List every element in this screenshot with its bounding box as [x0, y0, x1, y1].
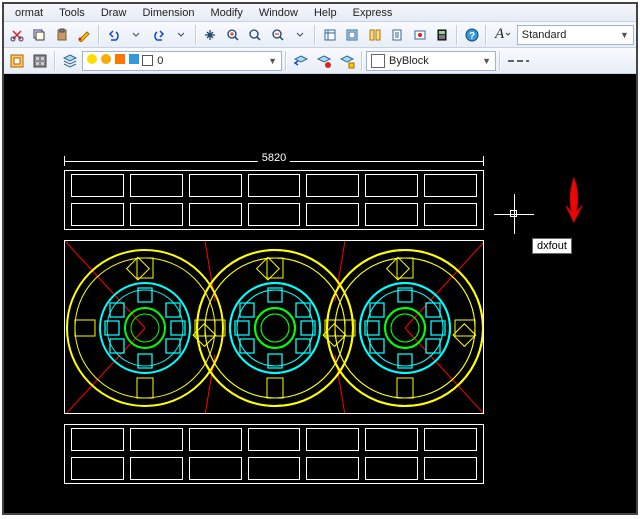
bulb-icon — [87, 54, 97, 64]
dimension-line: 5820 — [64, 154, 484, 168]
bottom-panel — [64, 424, 484, 484]
help-icon[interactable]: ? — [461, 24, 482, 46]
undo-icon[interactable] — [103, 24, 124, 46]
layer-combo[interactable]: 0 ▼ — [82, 51, 282, 71]
menubar: ormat Tools Draw Dimension Modify Window… — [4, 4, 636, 22]
redo-icon[interactable] — [148, 24, 169, 46]
menu-tools[interactable]: Tools — [52, 6, 92, 20]
layer-states-icon[interactable] — [313, 50, 335, 72]
tool-palettes-icon[interactable] — [364, 24, 385, 46]
zoom-realtime-icon[interactable] — [222, 24, 243, 46]
menu-modify[interactable]: Modify — [203, 6, 249, 20]
toolbar-row-2: 0 ▼ ByBlock ▼ — [4, 48, 636, 74]
menu-draw[interactable]: Draw — [94, 6, 134, 20]
tooltip-text: dxfout — [537, 240, 567, 252]
dropdown-chevron-icon[interactable] — [170, 24, 191, 46]
layer-previous-icon[interactable] — [290, 50, 312, 72]
color-value: ByBlock — [389, 55, 429, 67]
block-icon[interactable] — [6, 50, 28, 72]
chevron-down-icon: ▼ — [482, 56, 491, 66]
toolbar-row-1: ? A Standard ▼ — [4, 22, 636, 48]
menu-format[interactable]: ormat — [8, 6, 50, 20]
layer-state-icons — [87, 54, 140, 67]
text-style-combo[interactable]: Standard ▼ — [517, 25, 634, 45]
model-space[interactable]: 5820 — [4, 74, 636, 513]
block-editor-icon[interactable] — [29, 50, 51, 72]
dimension-value: 5820 — [258, 152, 290, 164]
markup-icon[interactable] — [409, 24, 430, 46]
app-window: ormat Tools Draw Dimension Modify Window… — [2, 2, 638, 515]
layer-iso-icon[interactable] — [336, 50, 358, 72]
color-combo[interactable]: ByBlock ▼ — [366, 51, 496, 71]
calculator-icon[interactable] — [431, 24, 452, 46]
zoom-window-icon[interactable] — [245, 24, 266, 46]
top-panel — [64, 170, 484, 230]
design-center-icon[interactable] — [342, 24, 363, 46]
sun-icon — [101, 54, 111, 64]
zoom-dropdown-icon[interactable] — [290, 24, 311, 46]
paste-icon[interactable] — [51, 24, 72, 46]
copy-icon[interactable] — [28, 24, 49, 46]
menu-help[interactable]: Help — [307, 6, 344, 20]
text-style-value: Standard — [522, 29, 567, 41]
dropdown-chevron-icon[interactable] — [125, 24, 146, 46]
menu-dimension[interactable]: Dimension — [135, 6, 201, 20]
color-swatch — [371, 54, 385, 68]
sheet-set-icon[interactable] — [387, 24, 408, 46]
annotation-arrow-icon — [560, 174, 588, 224]
layer-color-swatch — [142, 55, 153, 66]
cut-icon[interactable] — [6, 24, 27, 46]
match-prop-icon[interactable] — [73, 24, 94, 46]
layer-name: 0 — [157, 55, 163, 67]
cad-drawing: 5820 — [64, 154, 484, 484]
command-tooltip: dxfout — [532, 238, 572, 254]
chevron-down-icon: ▼ — [268, 56, 277, 66]
chevron-down-icon: ▼ — [620, 30, 629, 40]
rosette-svg — [65, 241, 484, 414]
linetype-icon[interactable] — [504, 50, 532, 72]
plot-icon — [129, 54, 139, 64]
menu-window[interactable]: Window — [252, 6, 305, 20]
menu-express[interactable]: Express — [346, 6, 400, 20]
layer-manager-icon[interactable] — [59, 50, 81, 72]
lock-icon — [115, 54, 125, 64]
text-style-icon[interactable]: A — [490, 24, 515, 46]
pan-icon[interactable] — [200, 24, 221, 46]
properties-icon[interactable] — [319, 24, 340, 46]
svg-text:?: ? — [469, 31, 475, 42]
zoom-previous-icon[interactable] — [267, 24, 288, 46]
center-ornament-panel — [64, 240, 484, 414]
